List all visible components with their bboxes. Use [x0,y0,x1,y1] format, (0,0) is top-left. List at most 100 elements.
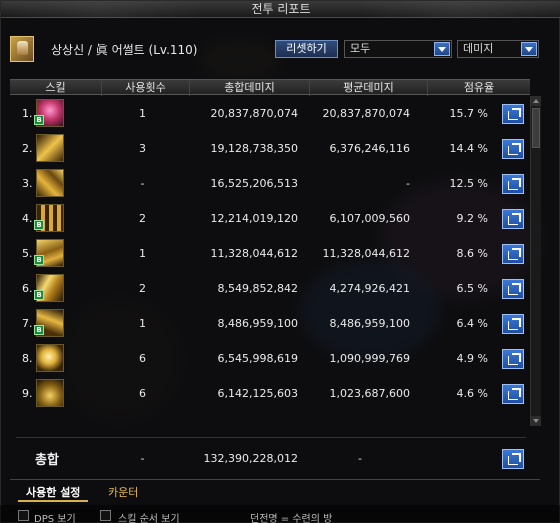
title-bar[interactable]: 전투 리포트 [1,1,560,18]
use-count: - [140,177,145,190]
avg-damage: 4,274,926,421 [329,282,410,295]
row-index: 1. [22,107,33,120]
bottom-tabs: 사용한 설정 카운터 [10,479,540,503]
skill-order-label: 스킬 순서 보기 [118,514,180,523]
column-total-damage[interactable]: 총합데미지 [190,80,310,96]
share-icon[interactable] [502,104,524,124]
chevron-down-icon[interactable] [434,42,450,56]
buff-badge-icon: B [34,115,44,125]
gold-star-skill-icon [36,344,64,372]
avg-damage: 1,090,999,769 [329,352,410,365]
sort-dropdown[interactable]: 데미지 [457,40,539,58]
table-row[interactable]: 2. 3 19,128,738,350 6,376,246,116 14.4 % [10,131,530,166]
row-index: 7. [22,317,33,330]
gold-orb-skill-icon [36,379,64,407]
avg-damage: 6,376,246,116 [329,142,410,155]
share-icon[interactable] [502,349,524,369]
buff-badge-icon: B [34,220,44,230]
table-row[interactable]: 1. B 1 20,837,870,074 20,837,870,074 15.… [10,96,530,131]
tab-counter[interactable]: 카운터 [100,484,146,502]
avg-damage: 1,023,687,600 [329,387,410,400]
gold-arrows-skill-icon [36,169,64,197]
column-avg-damage[interactable]: 평균데미지 [310,80,428,96]
buff-badge-icon: B [34,290,44,300]
total-damage: 20,837,870,074 [210,107,298,120]
table-scrollbar[interactable] [530,96,541,426]
row-index: 3. [22,177,33,190]
share-percent: 4.9 % [456,352,488,365]
table-row[interactable]: 9. 6 6,142,125,603 1,023,687,600 4.6 % [10,376,530,411]
footer-bar: DPS 보기 스킬 순서 보기 던전명 = 수련의 방 [0,505,560,523]
dps-label: DPS 보기 [34,514,76,523]
skill-order-checkbox[interactable] [100,510,111,521]
share-icon[interactable] [502,384,524,404]
total-damage: 6,142,125,603 [217,387,298,400]
share-percent: 9.2 % [456,212,488,225]
total-damage: 16,525,206,513 [210,177,298,190]
table-row[interactable]: 7. B 1 8,486,959,100 8,486,959,100 6.4 % [10,306,530,341]
table-row[interactable]: 6. B 2 8,549,852,842 4,274,926,421 6.5 % [10,271,530,306]
row-index: 8. [22,352,33,365]
avg-damage: - [406,177,410,190]
total-avg-damage: - [358,452,362,465]
table-row[interactable]: 8. 6 6,545,998,619 1,090,999,769 4.9 % [10,341,530,376]
total-use-count: - [140,452,145,465]
avg-damage: 11,328,044,612 [322,247,410,260]
share-icon[interactable] [502,174,524,194]
avg-damage: 20,837,870,074 [322,107,410,120]
total-row: 총합 - 132,390,228,012 - [10,441,530,473]
share-icon[interactable] [502,139,524,159]
share-percent: 12.5 % [449,177,488,190]
use-count: 2 [139,282,146,295]
total-label: 총합 [35,453,59,468]
row-index: 5. [22,247,33,260]
filter-dropdown[interactable]: 모두 [344,40,452,58]
use-count: 2 [139,212,146,225]
share-icon[interactable] [502,449,524,469]
table-row[interactable]: 4. B 2 12,214,019,120 6,107,009,560 9.2 … [10,201,530,236]
buff-badge-icon: B [34,255,44,265]
dps-checkbox[interactable] [18,510,29,521]
use-count: 1 [139,317,146,330]
row-index: 2. [22,142,33,155]
total-damage: 11,328,044,612 [210,247,298,260]
use-count: 6 [139,387,146,400]
scroll-thumb[interactable] [532,108,540,148]
share-icon[interactable] [502,209,524,229]
share-percent: 6.4 % [456,317,488,330]
share-icon[interactable] [502,279,524,299]
avg-damage: 8,486,959,100 [329,317,410,330]
row-index: 4. [22,212,33,225]
share-percent: 6.5 % [456,282,488,295]
total-damage: 8,549,852,842 [217,282,298,295]
buff-badge-icon: B [34,325,44,335]
gold-strike-skill-icon [36,134,64,162]
share-percent: 8.6 % [456,247,488,260]
tab-used-settings[interactable]: 사용한 설정 [18,484,89,502]
total-damage: 12,214,019,120 [210,212,298,225]
total-damage: 6,545,998,619 [217,352,298,365]
share-icon[interactable] [502,314,524,334]
chevron-down-icon[interactable] [521,42,537,56]
scroll-down-icon[interactable] [531,416,541,426]
character-name: 상상신 / 眞 어썰트 (Lv.110) [51,43,198,57]
row-index: 9. [22,387,33,400]
reset-button[interactable]: 리셋하기 [275,40,338,58]
share-percent: 15.7 % [449,107,488,120]
scroll-up-icon[interactable] [531,96,541,106]
dungeon-label: 던전명 = 수련의 방 [250,514,333,523]
total-damage: 8,486,959,100 [217,317,298,330]
avg-damage: 6,107,009,560 [329,212,410,225]
share-icon[interactable] [502,244,524,264]
table-row[interactable]: 3. - 16,525,206,513 - 12.5 % [10,166,530,201]
table-row[interactable]: 5. B 1 11,328,044,612 11,328,044,612 8.6… [10,236,530,271]
window-title: 전투 리포트 [251,2,311,16]
column-use-count[interactable]: 사용횟수 [102,80,190,96]
use-count: 1 [139,247,146,260]
row-index: 6. [22,282,33,295]
column-share[interactable]: 점유율 [428,80,530,96]
sort-dropdown-value: 데미지 [463,42,494,55]
battle-report-window: 전투 리포트 상상신 / 眞 어썰트 (Lv.110) 리셋하기 모두 데미지 … [0,0,560,523]
character-avatar [10,36,34,62]
column-skill[interactable]: 스킬 [10,80,102,96]
